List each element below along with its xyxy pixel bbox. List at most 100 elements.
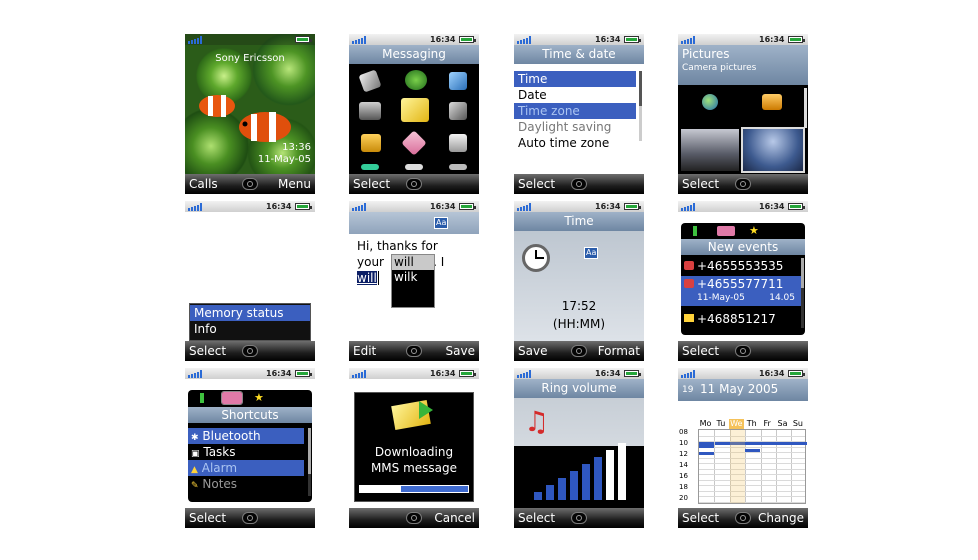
nav-key[interactable]: [571, 512, 587, 524]
nav-key[interactable]: [242, 512, 258, 524]
nav-key[interactable]: [735, 345, 751, 357]
select-softkey[interactable]: Select: [518, 511, 555, 525]
week-grid[interactable]: [698, 429, 807, 504]
menu-item-alarm[interactable]: ▲ Alarm: [188, 460, 304, 476]
nav-key[interactable]: [242, 345, 258, 357]
grid-line: [699, 501, 805, 503]
volume-bar: [606, 450, 614, 500]
nav-key[interactable]: [571, 178, 587, 190]
typed-word: will: [357, 271, 377, 285]
select-softkey[interactable]: Select: [682, 511, 719, 525]
volume-bar: [558, 478, 566, 500]
suggestion-wilk[interactable]: wilk: [392, 270, 434, 285]
area-info-icon[interactable]: [405, 164, 423, 170]
event-row[interactable]: +4655577711 11-May-05 14.05: [681, 276, 801, 306]
softkey-bar: Save Format: [514, 341, 644, 361]
download-dialog: Downloading MMS message: [354, 392, 474, 502]
select-softkey[interactable]: Select: [353, 177, 390, 191]
phone-message-icon[interactable]: [449, 102, 467, 120]
screen-title: Time: [514, 212, 644, 231]
volume-slider[interactable]: [534, 434, 634, 500]
event-row[interactable]: +468851217: [681, 311, 801, 327]
select-softkey[interactable]: Select: [189, 344, 226, 358]
grid-line: [699, 479, 805, 481]
progress-fill: [360, 486, 402, 492]
calendar-appointment[interactable]: [715, 442, 807, 445]
write-message-icon[interactable]: [358, 69, 382, 93]
nav-key[interactable]: [406, 178, 422, 190]
scrollbar[interactable]: [639, 71, 642, 141]
calendar-appointment[interactable]: [699, 442, 714, 448]
menu-item-notes[interactable]: ✎ Notes: [188, 476, 304, 492]
menu-item-daylight-saving[interactable]: Daylight saving: [514, 119, 636, 135]
weekday-label: Su: [792, 419, 803, 428]
status-time: 16:34: [759, 202, 785, 211]
tab-favorites-icon[interactable]: ★: [749, 224, 759, 237]
globe-icon[interactable]: [702, 94, 718, 110]
tab-missed-calls-icon[interactable]: [221, 391, 243, 405]
mms-envelope-icon[interactable]: [401, 98, 429, 122]
change-softkey[interactable]: Change: [758, 511, 804, 525]
select-softkey[interactable]: Select: [682, 177, 719, 191]
select-softkey[interactable]: Select: [682, 344, 719, 358]
nav-key[interactable]: [406, 512, 422, 524]
nav-key[interactable]: [406, 345, 422, 357]
volume-bar: [618, 443, 626, 500]
tab-favorites-icon[interactable]: ★: [254, 391, 264, 404]
nav-key[interactable]: [571, 345, 587, 357]
nav-key[interactable]: [735, 512, 751, 524]
calls-softkey[interactable]: Calls: [189, 177, 218, 191]
picture-thumbnail[interactable]: [741, 127, 805, 173]
tab-alert-icon[interactable]: [200, 393, 204, 403]
status-bar: 16:34: [349, 201, 479, 212]
screen-title: Pictures: [682, 47, 730, 61]
suggestion-will[interactable]: will: [392, 255, 434, 270]
event-row[interactable]: +4655553535: [681, 258, 801, 274]
calendar-appointment[interactable]: [745, 449, 760, 452]
status-time: 16:34: [430, 35, 456, 44]
menu-item-time[interactable]: Time: [514, 71, 636, 87]
phone-downloading: 16:34 Downloading MMS message Cancel: [349, 368, 479, 528]
format-softkey[interactable]: Format: [598, 344, 640, 358]
tab-missed-calls-icon[interactable]: [717, 226, 735, 236]
templates-icon[interactable]: [449, 134, 467, 152]
settings-wrench-icon[interactable]: [449, 164, 467, 170]
nav-key[interactable]: [242, 178, 258, 190]
menu-softkey[interactable]: Menu: [278, 177, 311, 191]
scrollbar[interactable]: [804, 88, 807, 128]
photo-folder-icon[interactable]: [762, 94, 782, 110]
save-softkey[interactable]: Save: [446, 344, 475, 358]
tab-alert-icon[interactable]: [693, 226, 697, 236]
menu-item-info[interactable]: Info: [190, 321, 310, 337]
battery-icon: [459, 36, 476, 43]
select-softkey[interactable]: Select: [518, 177, 555, 191]
postcard-icon[interactable]: [401, 130, 427, 156]
scrollbar[interactable]: [801, 258, 804, 328]
menu-item-memory-status[interactable]: Memory status: [190, 305, 310, 321]
menu-item-bluetooth[interactable]: ✱ Bluetooth: [188, 428, 304, 444]
scrollbar[interactable]: [308, 428, 311, 496]
folder-icon[interactable]: [361, 134, 381, 152]
hour-label: 12: [679, 450, 688, 458]
screen-title: Time & date: [514, 45, 644, 64]
inbox-icon[interactable]: [405, 70, 427, 90]
calendar-appointment[interactable]: [699, 452, 714, 455]
voice-message-icon[interactable]: [361, 164, 379, 170]
email-icon[interactable]: [449, 72, 467, 90]
battery-icon: [624, 36, 641, 43]
menu-item-tasks[interactable]: ▣ Tasks: [188, 444, 304, 460]
cancel-softkey[interactable]: Cancel: [434, 511, 475, 525]
menu-item-time-zone[interactable]: Time zone: [514, 103, 636, 119]
signal-icon: [188, 370, 202, 378]
edit-softkey[interactable]: Edit: [353, 344, 376, 358]
status-bar: 16:34: [185, 201, 315, 212]
select-softkey[interactable]: Select: [189, 511, 226, 525]
time-value-field[interactable]: 17:52: [514, 299, 644, 313]
shortcuts-panel: ★ Shortcuts ✱ Bluetooth ▣ Tasks ▲ Alarm …: [188, 390, 312, 502]
camera-message-icon[interactable]: [359, 102, 381, 120]
nav-key[interactable]: [735, 178, 751, 190]
menu-item-auto-time-zone[interactable]: Auto time zone: [514, 135, 636, 151]
menu-item-date[interactable]: Date: [514, 87, 636, 103]
picture-thumbnail[interactable]: [681, 129, 739, 171]
save-softkey[interactable]: Save: [518, 344, 547, 358]
